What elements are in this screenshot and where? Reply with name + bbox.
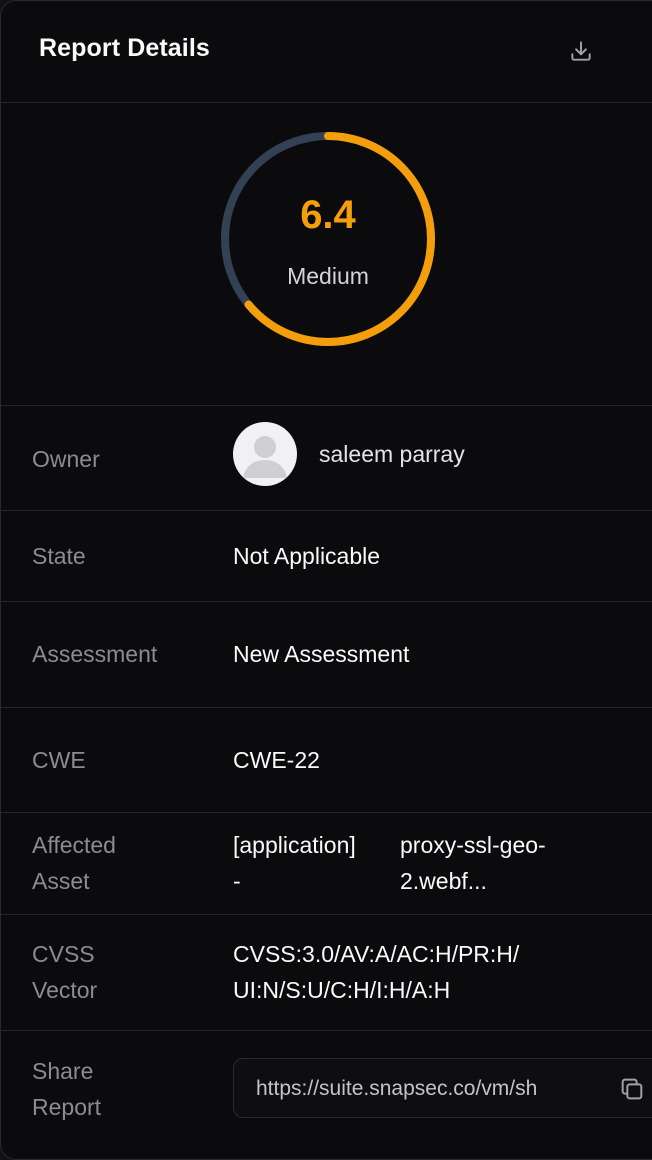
copy-icon [621, 1078, 643, 1100]
panel-title: Report Details [39, 34, 210, 62]
score-section [1, 103, 652, 406]
affected-asset-label-line1: Affected [32, 832, 116, 858]
cvss-vector-label-line2: Vector [32, 977, 98, 1003]
affected-asset-label: Affected Asset [32, 827, 116, 899]
assessment-value[interactable]: New Assessment [233, 636, 409, 672]
cwe-row: CWE CWE-22 [1, 708, 652, 813]
assessment-row: Assessment New Assessment [1, 602, 652, 708]
assessment-label: Assessment [32, 641, 158, 667]
share-report-row: Share Report https://suite.snapsec.co/vm… [1, 1031, 652, 1159]
panel-header: Report Details [1, 1, 652, 103]
cwe-value: CWE-22 [233, 747, 320, 773]
cvss-vector-value: CVSS:3.0/AV:A/AC:H/PR:H/ UI:N/S:U/C:H/I:… [233, 936, 519, 1008]
share-report-label-line1: Share [32, 1058, 94, 1084]
severity-label: Medium [287, 263, 369, 289]
state-label: State [32, 543, 86, 569]
score-value: 6.4 [300, 193, 356, 237]
report-details-panel: Report Details 6.4 Medium Owner saleem p… [0, 0, 652, 1160]
owner-name[interactable]: saleem parray [319, 436, 465, 472]
cwe-label: CWE [32, 747, 86, 773]
affected-asset-type-line1: [application] [233, 832, 356, 858]
owner-row: Owner saleem parray [1, 406, 652, 511]
state-row: State Not Applicable [1, 511, 652, 602]
affected-asset-host-line2: 2.webf... [400, 868, 487, 894]
copy-link-button[interactable] [616, 1073, 648, 1105]
share-link-url[interactable]: https://suite.snapsec.co/vm/sh [256, 1076, 586, 1102]
share-link-field[interactable]: https://suite.snapsec.co/vm/sh [233, 1058, 652, 1118]
affected-asset-row: Affected Asset [application] - proxy-ssl… [1, 813, 652, 915]
download-icon [571, 41, 591, 61]
severity-gauge [221, 132, 435, 346]
owner-label: Owner [32, 446, 100, 472]
cvss-vector-value-line2: UI:N/S:U/C:H/I:H/A:H [233, 977, 451, 1003]
cvss-vector-row: CVSS Vector CVSS:3.0/AV:A/AC:H/PR:H/ UI:… [1, 915, 652, 1031]
affected-asset-host[interactable]: proxy-ssl-geo- 2.webf... [400, 827, 546, 899]
affected-asset-type-line2: - [233, 868, 241, 894]
cvss-vector-label: CVSS Vector [32, 936, 97, 1008]
affected-asset-label-line2: Asset [32, 868, 90, 894]
cvss-vector-value-line1: CVSS:3.0/AV:A/AC:H/PR:H/ [233, 941, 520, 967]
share-report-label-line2: Report [32, 1094, 102, 1120]
affected-asset-type: [application] - [233, 827, 356, 899]
download-button[interactable] [561, 31, 601, 71]
cvss-vector-label-line1: CVSS [32, 941, 95, 967]
user-avatar-icon [233, 422, 297, 486]
state-value: Not Applicable [233, 543, 381, 569]
share-report-label: Share Report [32, 1053, 101, 1125]
affected-asset-host-line1: proxy-ssl-geo- [400, 832, 546, 858]
